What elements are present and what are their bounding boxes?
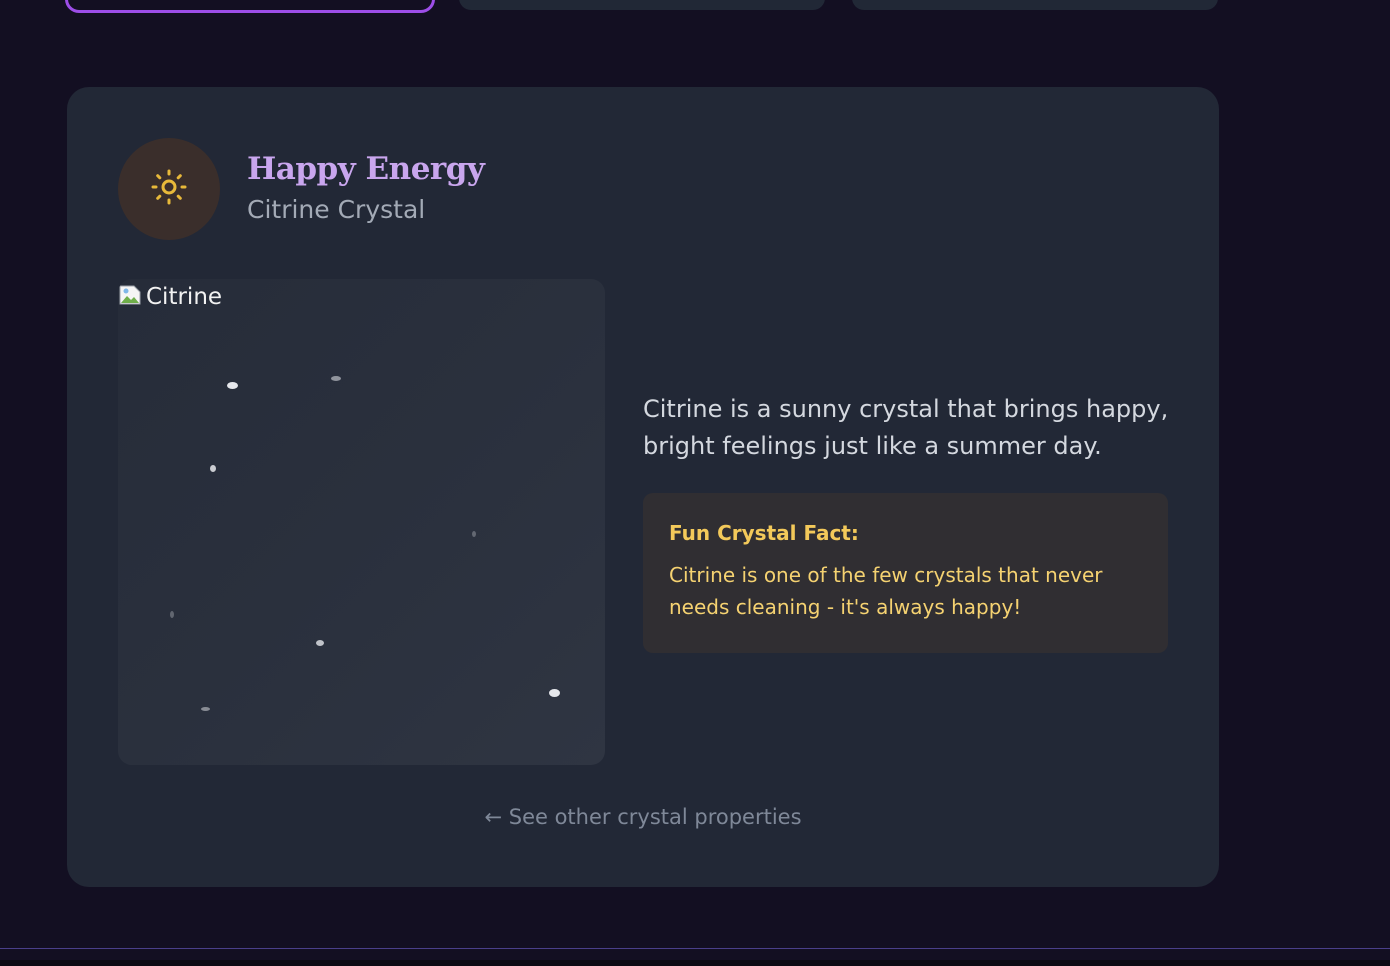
sparkle [227,382,238,389]
fun-fact-text: Citrine is one of the few crystals that … [669,563,1103,619]
sparkle [201,707,210,711]
sparkle [472,531,476,537]
card-subtitle: Citrine Crystal [247,195,426,224]
sparkle [331,376,341,381]
back-link[interactable]: ← See other crystal properties [67,805,1219,829]
card-title: Happy Energy [247,151,485,187]
crystal-image: Citrine [118,279,605,765]
sparkle [170,611,174,618]
divider [0,948,1390,949]
image-alt-text: Citrine [146,284,223,310]
crystal-description: Citrine is a sunny crystal that brings h… [643,395,1169,460]
fun-fact-title: Fun Crystal Fact: [669,521,859,545]
sparkle [210,465,216,472]
icon-badge [118,138,220,240]
sparkle [316,640,324,646]
broken-image: Citrine [118,279,222,315]
fun-fact-box: Fun Crystal Fact: Citrine is one of the … [643,493,1168,653]
bottom-strip [0,960,1390,966]
crystal-card: Happy Energy Citrine Crystal Citrine Cit… [67,87,1219,887]
sparkle [549,689,560,697]
sun-icon [150,168,188,210]
tab-active[interactable] [65,0,435,13]
tab-3[interactable] [852,0,1218,10]
tab-2[interactable] [459,0,825,10]
broken-image-icon [118,282,144,312]
